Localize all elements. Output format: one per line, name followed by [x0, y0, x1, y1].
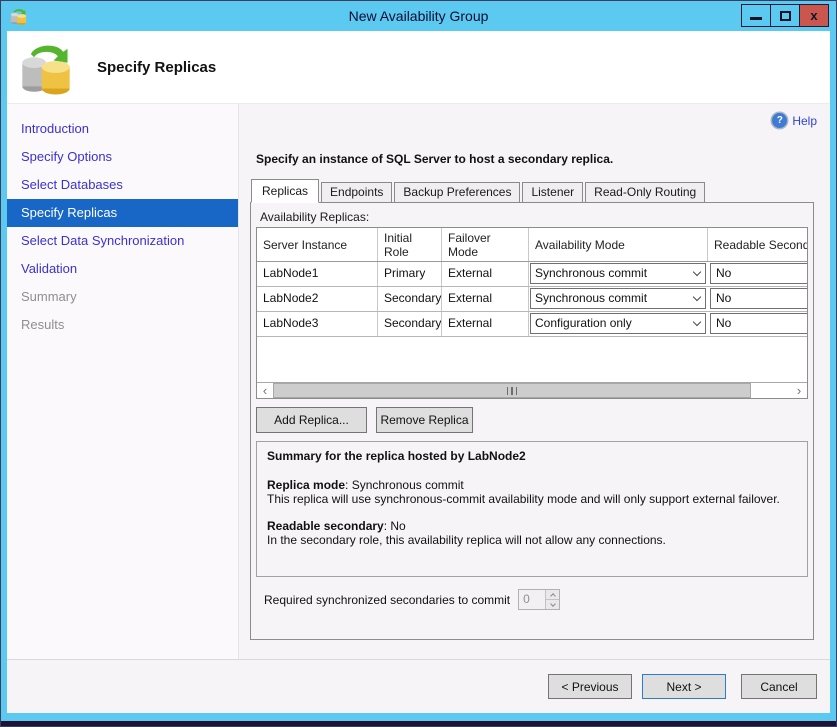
cell-failover-mode[interactable]: External	[442, 312, 529, 336]
sidebar-item-introduction[interactable]: Introduction	[7, 115, 238, 143]
wizard-content: ? Help Specify an instance of SQL Server…	[238, 104, 830, 659]
chevron-down-icon[interactable]	[688, 314, 705, 333]
availability-mode-dropdown[interactable]: Synchronous commit	[530, 288, 706, 309]
spinner-down-button	[546, 599, 559, 609]
readable-secondary-dropdown[interactable]: No	[710, 263, 807, 284]
readable-secondary-description: In the secondary role, this availability…	[267, 533, 797, 547]
availability-mode-dropdown[interactable]: Configuration only	[530, 313, 706, 334]
next-button[interactable]: Next >	[642, 674, 726, 699]
previous-button[interactable]: < Previous	[548, 674, 632, 699]
chevron-down-icon[interactable]	[688, 289, 705, 308]
sidebar-item-select-databases[interactable]: Select Databases	[7, 171, 238, 199]
sidebar-item-specify-replicas[interactable]: Specify Replicas	[7, 199, 238, 227]
cell-readable-secondary: No	[708, 287, 807, 311]
table-row[interactable]: LabNode3 Secondary External Configuratio…	[257, 312, 807, 337]
chevron-down-icon[interactable]	[688, 264, 705, 283]
maximize-button[interactable]	[770, 4, 800, 27]
wizard-body: Specify Replicas Introduction Specify Op…	[7, 31, 830, 713]
scrollbar-thumb[interactable]	[273, 383, 751, 398]
readable-secondary-dropdown[interactable]: No	[710, 288, 807, 309]
cell-server-instance[interactable]: LabNode3	[257, 312, 378, 336]
sidebar-item-specify-options[interactable]: Specify Options	[7, 143, 238, 171]
grid-header-row: Server Instance Initial Role Failover Mo…	[257, 228, 807, 262]
sidebar-item-results: Results	[7, 311, 238, 339]
scroll-right-icon[interactable]: ›	[791, 383, 807, 398]
minimize-icon	[750, 17, 762, 20]
cell-availability-mode: Configuration only	[529, 312, 708, 336]
add-replica-button[interactable]: Add Replica...	[256, 407, 367, 433]
close-button[interactable]: x	[799, 4, 829, 27]
wizard-steps-sidebar: Introduction Specify Options Select Data…	[7, 104, 238, 659]
maximize-icon	[780, 11, 791, 21]
tab-replicas[interactable]: Replicas	[251, 179, 319, 203]
help-icon[interactable]: ?	[772, 113, 787, 128]
page-title: Specify Replicas	[97, 59, 216, 76]
tab-endpoints[interactable]: Endpoints	[321, 182, 392, 203]
cancel-button[interactable]: Cancel	[741, 674, 817, 699]
remove-replica-button[interactable]: Remove Replica	[376, 407, 473, 433]
tab-read-only-routing[interactable]: Read-Only Routing	[585, 182, 705, 203]
scrollbar-grip-icon	[505, 387, 519, 395]
summary-title: Summary for the replica hosted by LabNod…	[267, 449, 797, 463]
dialog-window: New Availability Group x Specify Replica…	[0, 0, 837, 727]
availability-replicas-grid: Server Instance Initial Role Failover Mo…	[256, 227, 808, 399]
cell-initial-role[interactable]: Primary	[378, 262, 442, 286]
cell-readable-secondary: No	[708, 262, 807, 286]
tab-backup-preferences[interactable]: Backup Preferences	[394, 182, 520, 203]
availability-group-icon	[20, 39, 72, 95]
readable-secondary-dropdown[interactable]: No	[710, 313, 807, 334]
cell-availability-mode: Synchronous commit	[529, 262, 708, 286]
spinner-value: 0	[519, 590, 545, 609]
replicas-tab-panel: Availability Replicas: Server Instance I…	[250, 202, 814, 640]
cell-failover-mode[interactable]: External	[442, 262, 529, 286]
chevron-up-icon	[550, 593, 556, 599]
wizard-header: Specify Replicas	[7, 31, 830, 103]
replica-mode-description: This replica will use synchronous-commit…	[267, 492, 797, 506]
column-header-availability-mode[interactable]: Availability Mode	[529, 228, 708, 261]
minimize-button[interactable]	[741, 4, 771, 27]
close-icon: x	[810, 8, 817, 23]
replica-summary-box: Summary for the replica hosted by LabNod…	[256, 441, 808, 577]
column-header-initial-role[interactable]: Initial Role	[378, 228, 442, 261]
wizard-footer: < Previous Next > Cancel	[7, 659, 830, 713]
cell-availability-mode: Synchronous commit	[529, 287, 708, 311]
required-secondaries-spinner: 0	[518, 589, 560, 610]
chevron-down-icon	[550, 601, 556, 607]
availability-mode-dropdown[interactable]: Synchronous commit	[530, 263, 706, 284]
scrollbar-track[interactable]	[751, 383, 791, 398]
cell-readable-secondary: No	[708, 312, 807, 336]
window-title: New Availability Group	[1, 8, 836, 24]
cell-server-instance[interactable]: LabNode2	[257, 287, 378, 311]
column-header-failover-mode[interactable]: Failover Mode	[442, 228, 529, 261]
required-secondaries-label: Required synchronized secondaries to com…	[264, 593, 510, 607]
cell-initial-role[interactable]: Secondary	[378, 287, 442, 311]
sidebar-item-validation[interactable]: Validation	[7, 255, 238, 283]
tab-strip: Replicas Endpoints Backup Preferences Li…	[250, 178, 817, 202]
availability-group-icon	[10, 7, 27, 25]
replica-mode-line: Replica mode: Synchronous commit	[267, 478, 797, 492]
spinner-up-button	[546, 590, 559, 599]
table-row[interactable]: LabNode2 Secondary External Synchronous …	[257, 287, 807, 312]
horizontal-scrollbar[interactable]: ‹ ›	[257, 382, 807, 398]
window-bottom-edge	[1, 721, 836, 726]
sidebar-item-select-data-synchronization[interactable]: Select Data Synchronization	[7, 227, 238, 255]
table-row[interactable]: LabNode1 Primary External Synchronous co…	[257, 262, 807, 287]
instruction-text: Specify an instance of SQL Server to hos…	[256, 152, 817, 166]
column-header-readable-secondary[interactable]: Readable Secondary	[708, 228, 807, 261]
column-header-server-instance[interactable]: Server Instance	[257, 228, 378, 261]
readable-secondary-line: Readable secondary: No	[267, 519, 797, 533]
sidebar-item-summary: Summary	[7, 283, 238, 311]
cell-server-instance[interactable]: LabNode1	[257, 262, 378, 286]
cell-initial-role[interactable]: Secondary	[378, 312, 442, 336]
cell-failover-mode[interactable]: External	[442, 287, 529, 311]
availability-replicas-label: Availability Replicas:	[260, 210, 808, 224]
help-link[interactable]: Help	[792, 114, 817, 128]
scroll-left-icon[interactable]: ‹	[257, 383, 273, 398]
titlebar[interactable]: New Availability Group x	[1, 1, 836, 31]
tab-listener[interactable]: Listener	[522, 182, 583, 203]
